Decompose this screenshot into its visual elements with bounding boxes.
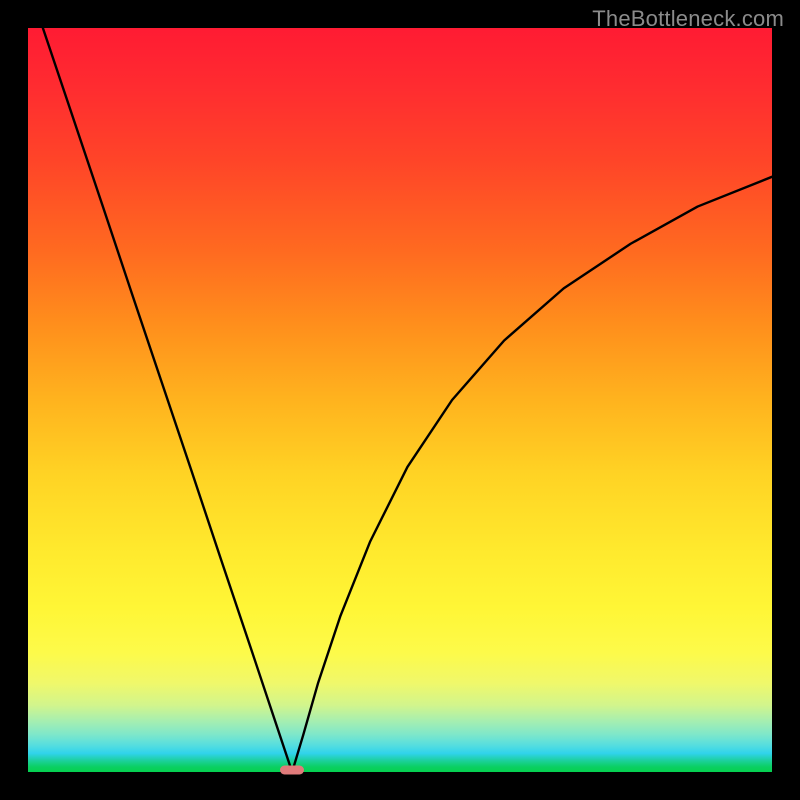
watermark-text: TheBottleneck.com [592, 6, 784, 32]
plot-area [28, 28, 772, 772]
minimum-marker [280, 766, 304, 775]
bottleneck-curve [28, 28, 772, 772]
